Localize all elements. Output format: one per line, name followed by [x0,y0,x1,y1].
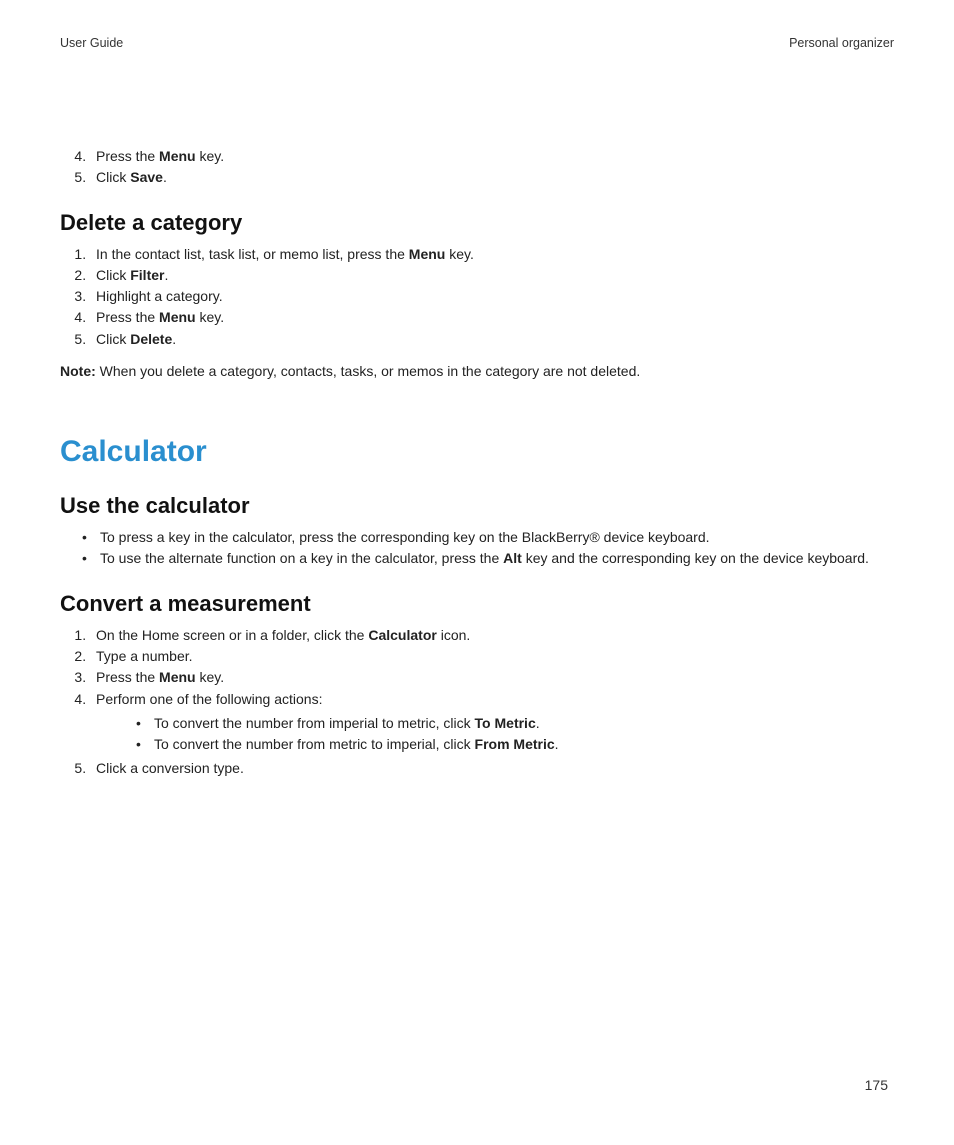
header-right: Personal organizer [789,36,894,50]
step-item: On the Home screen or in a folder, click… [90,625,894,645]
bold-term: From Metric [475,736,555,752]
bullet-item: To use the alternate function on a key i… [82,548,894,568]
step-item: Click Delete. [90,329,894,349]
header-left: User Guide [60,36,123,50]
page-number: 175 [865,1077,888,1093]
step-item: Click Filter. [90,265,894,285]
bold-term: Menu [159,309,196,325]
bold-term: Menu [409,246,446,262]
convert-sub-bullet-list: To convert the number from imperial to m… [96,713,894,755]
step-item: Press the Menu key. [90,667,894,687]
note-text: When you delete a category, contacts, ta… [96,363,640,379]
intro-step-list: Press the Menu key.Click Save. [60,146,894,188]
step-item: Perform one of the following actions:To … [90,689,894,755]
document-page: User Guide Personal organizer Press the … [0,0,954,1145]
step-item: Click Save. [90,167,894,187]
step-item: Press the Menu key. [90,146,894,166]
bold-term: Save [130,169,163,185]
bullet-item: To press a key in the calculator, press … [82,527,894,547]
delete-category-note: Note: When you delete a category, contac… [60,363,894,379]
use-calculator-bullet-list: To press a key in the calculator, press … [60,527,894,569]
bold-term: Alt [503,550,522,566]
heading-convert-measurement: Convert a measurement [60,591,894,617]
bullet-item: To convert the number from imperial to m… [136,713,894,733]
delete-category-step-list: In the contact list, task list, or memo … [60,244,894,349]
bold-term: Menu [159,669,196,685]
bold-term: Filter [130,267,164,283]
step-item: Type a number. [90,646,894,666]
step-item: Click a conversion type. [90,758,894,778]
bold-term: Calculator [368,627,436,643]
heading-delete-category: Delete a category [60,210,894,236]
heading-calculator: Calculator [60,435,894,469]
step-item: In the contact list, task list, or memo … [90,244,894,264]
note-label: Note: [60,363,96,379]
bold-term: Delete [130,331,172,347]
bold-term: To Metric [475,715,536,731]
step-item: Highlight a category. [90,286,894,306]
step-item: Press the Menu key. [90,307,894,327]
bold-term: Menu [159,148,196,164]
convert-measurement-step-list: On the Home screen or in a folder, click… [60,625,894,779]
page-header: User Guide Personal organizer [60,36,894,50]
bullet-item: To convert the number from metric to imp… [136,734,894,754]
heading-use-calculator: Use the calculator [60,493,894,519]
